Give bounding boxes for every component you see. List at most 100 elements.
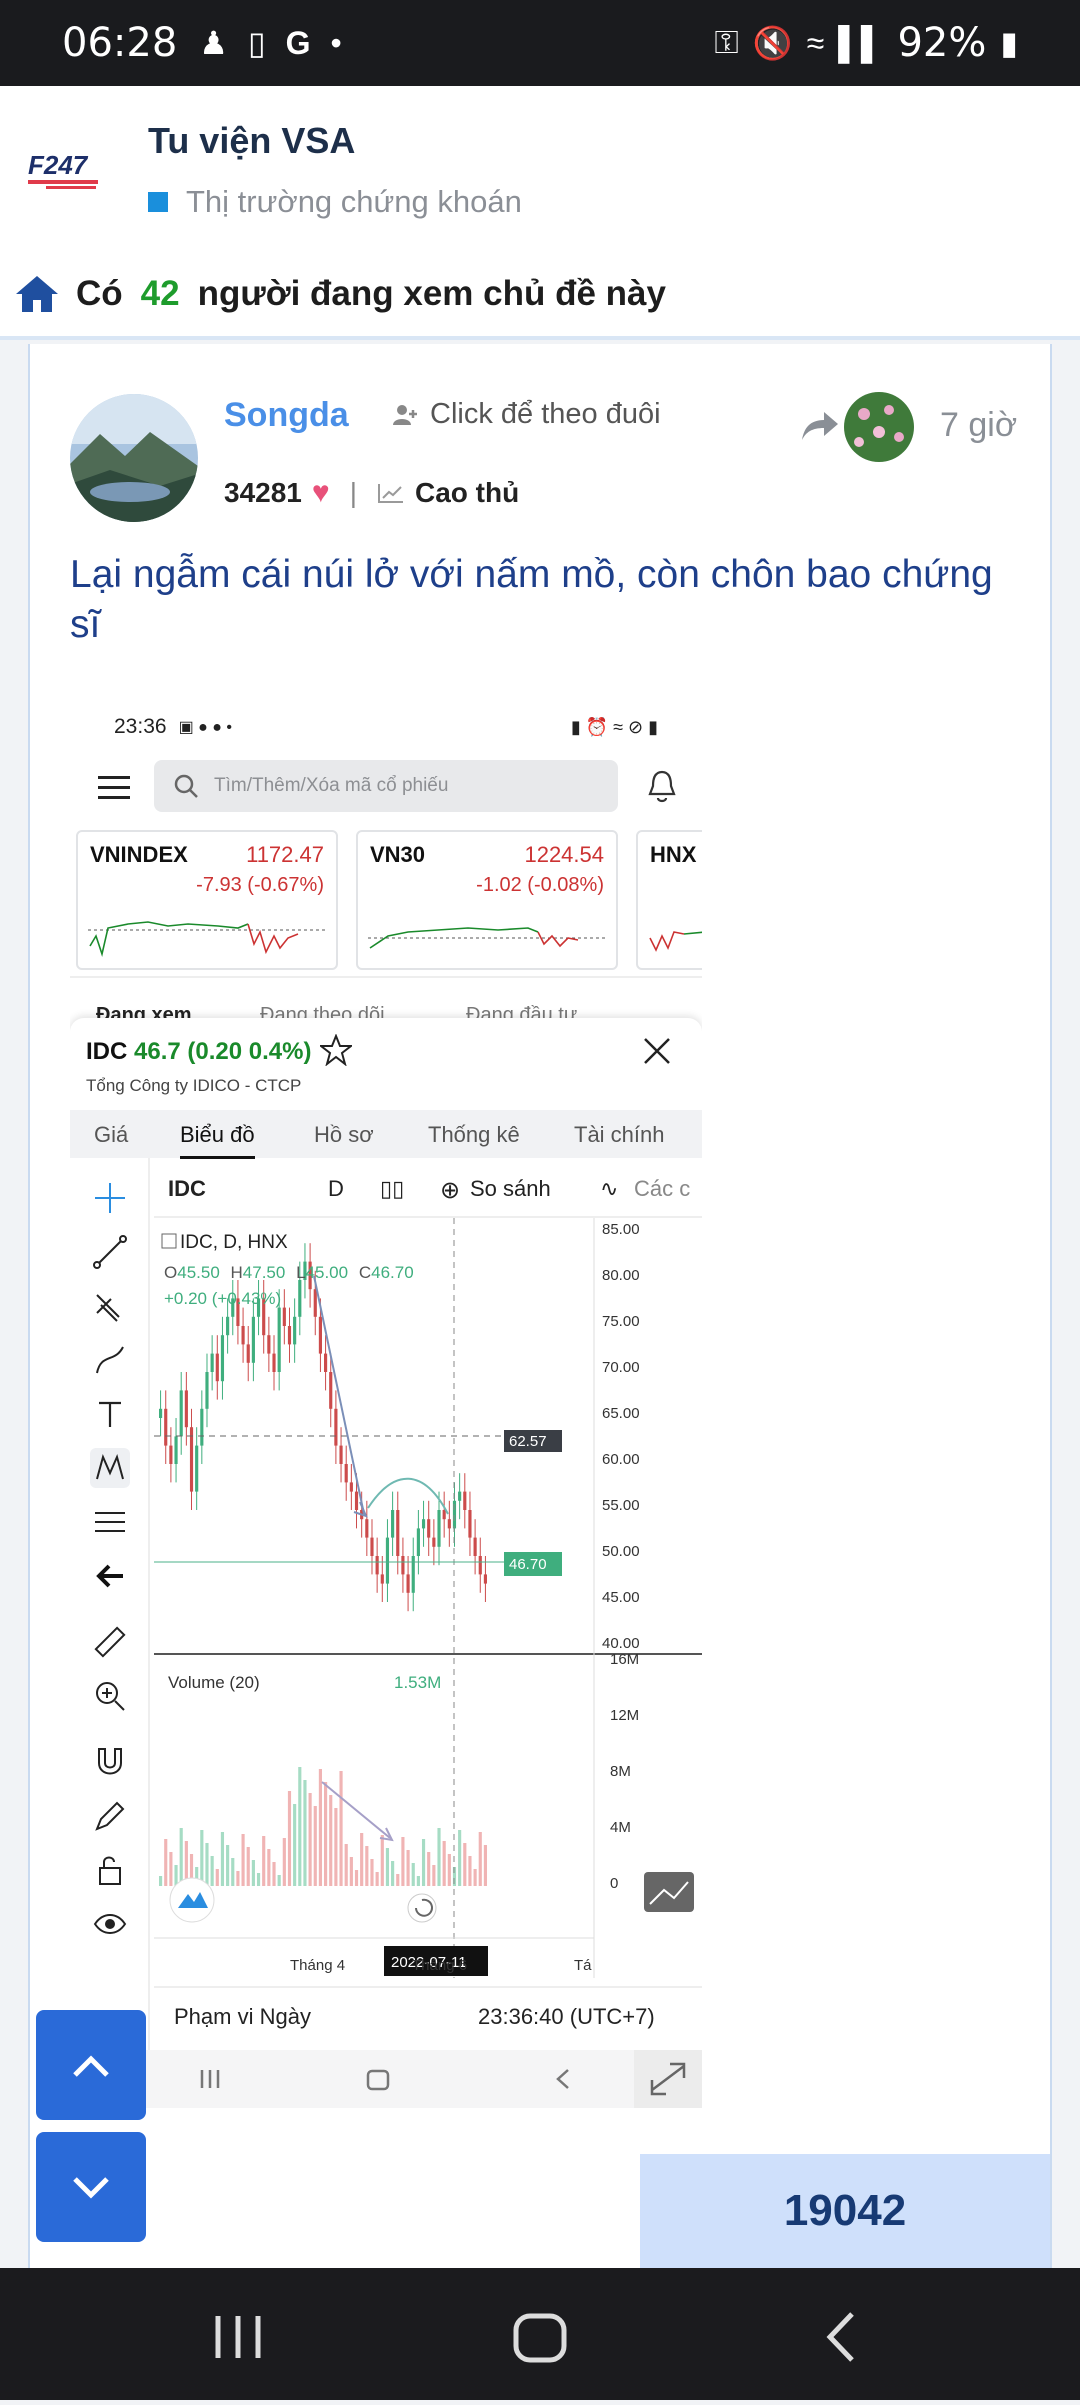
lock-pencil-icon[interactable]	[90, 1796, 130, 1836]
pattern-tool-icon[interactable]	[90, 1448, 130, 1488]
candle	[159, 1408, 163, 1418]
volume-bar	[427, 1852, 431, 1886]
stock-quote: 46.7 (0.20 0.4%)	[134, 1038, 312, 1065]
candle	[421, 1519, 426, 1529]
candle	[205, 1372, 209, 1409]
candle	[169, 1445, 173, 1464]
price-marker-last: 46.70	[509, 1556, 547, 1573]
zoom-in-icon[interactable]	[90, 1676, 130, 1716]
fork-tool-icon[interactable]	[90, 1286, 130, 1326]
tab-statistics[interactable]: Thống kê	[428, 1122, 520, 1148]
candle	[385, 1537, 390, 1584]
volume-bar	[179, 1828, 183, 1886]
divider: |	[349, 477, 357, 508]
candle	[406, 1574, 410, 1593]
volume-bar	[334, 1808, 338, 1886]
add-compare-icon[interactable]: ⊕	[440, 1176, 460, 1205]
curve-tool-icon[interactable]	[90, 1340, 130, 1380]
forum-logo[interactable]: F247	[26, 150, 118, 190]
star-icon[interactable]	[320, 1034, 352, 1066]
index-name: VN30	[370, 842, 426, 867]
tab-profile[interactable]: Hồ sơ	[314, 1122, 374, 1148]
candle	[401, 1556, 405, 1575]
ruler-icon[interactable]	[90, 1622, 130, 1662]
candle	[267, 1335, 271, 1354]
index-card-vnindex[interactable]: VNINDEX 1172.47 -7.93 (-0.67%)	[76, 830, 338, 970]
tab-finance[interactable]: Tài chính	[574, 1122, 665, 1148]
eye-icon[interactable]	[90, 1904, 130, 1944]
ohlc-low: 45.00	[306, 1263, 349, 1282]
back-arrow-icon[interactable]	[90, 1556, 130, 1596]
search-placeholder: Tìm/Thêm/Xóa mã cổ phiếu	[214, 775, 449, 796]
reply-user-avatar[interactable]	[844, 392, 914, 462]
price-chart-svg[interactable]: 62.57 46.70 2022-07-11 Tháng 4 Tháng 6 T…	[154, 1218, 702, 1978]
interval-selector[interactable]: D	[328, 1176, 344, 1202]
unlock-icon[interactable]	[90, 1850, 130, 1890]
volume-bar	[169, 1852, 173, 1886]
chart-symbol[interactable]: IDC	[168, 1176, 206, 1202]
candlestick-chart[interactable]: 62.57 46.70 2022-07-11 Tháng 4 Tháng 6 T…	[154, 1218, 702, 1978]
volume-bar	[380, 1835, 384, 1886]
compare-button[interactable]: So sánh	[470, 1176, 551, 1202]
volume-bars-group	[159, 1767, 487, 1886]
index-name: VNINDEX	[90, 842, 188, 867]
volume-tick-label: 0	[610, 1875, 618, 1892]
author-avatar[interactable]	[70, 394, 198, 522]
author-name[interactable]: Songda	[224, 396, 349, 435]
crosshair-icon[interactable]	[90, 1178, 130, 1218]
signal-icon: ▌▌	[838, 24, 884, 61]
embedded-notif-icons: ▣ ● ● •	[178, 719, 232, 736]
volume-value: 1.53M	[394, 1673, 441, 1692]
bell-icon[interactable]	[646, 768, 678, 804]
category-title[interactable]: Tu viện VSA	[148, 120, 355, 162]
candle	[344, 1464, 348, 1483]
volume-bar	[226, 1845, 230, 1886]
volume-bar	[463, 1843, 467, 1886]
volume-tick-label: 12M	[610, 1707, 639, 1724]
viewers-prefix: Có	[76, 274, 123, 313]
candle	[251, 1316, 255, 1363]
candle	[329, 1372, 333, 1409]
attached-screenshot[interactable]: 23:36 ▣ ● ● • ▮ ⏰ ≈ ⊘ ▮ Tìm/Thêm/Xóa mã …	[70, 702, 702, 2108]
candle-type-icon[interactable]: ▯▯	[380, 1176, 404, 1202]
volume-bar	[318, 1769, 322, 1886]
text-tool-icon[interactable]	[90, 1394, 130, 1434]
scroll-up-button[interactable]	[36, 2010, 146, 2120]
home-icon[interactable]	[14, 274, 60, 314]
embedded-search-input[interactable]: Tìm/Thêm/Xóa mã cổ phiếu	[154, 760, 618, 812]
volume-bar	[262, 1836, 266, 1886]
scroll-down-button[interactable]	[36, 2132, 146, 2242]
candle	[427, 1519, 431, 1538]
x-label: Tá	[574, 1957, 592, 1974]
viewers-suffix: người đang xem chủ đề này	[197, 274, 666, 313]
candle	[458, 1491, 462, 1501]
volume-bar	[411, 1863, 415, 1886]
index-card-vn30[interactable]: VN30 1224.54 -1.02 (-0.08%)	[356, 830, 618, 970]
index-card-hnx[interactable]: HNX	[636, 830, 702, 970]
volume-bar	[354, 1870, 359, 1886]
price-tick-label: 60.00	[602, 1451, 640, 1468]
ohlc-high: 47.50	[243, 1263, 286, 1282]
breadcrumb[interactable]: Thị trường chứng khoán	[148, 184, 522, 220]
post-number-indicator[interactable]: 19042	[640, 2154, 1050, 2268]
chevron-down-icon	[73, 2177, 109, 2199]
trendline-icon[interactable]	[90, 1232, 130, 1272]
indicators-button[interactable]: Các c	[634, 1176, 690, 1202]
fib-tool-icon[interactable]	[90, 1502, 130, 1542]
close-icon[interactable]	[642, 1036, 672, 1066]
tab-price[interactable]: Giá	[94, 1122, 128, 1148]
volume-bar	[200, 1830, 204, 1886]
volume-bar	[231, 1858, 235, 1886]
tab-chart[interactable]: Biểu đồ	[180, 1122, 255, 1159]
menu-icon[interactable]	[98, 774, 130, 800]
share-icon[interactable]	[800, 410, 840, 442]
volume-tick-label: 8M	[610, 1763, 631, 1780]
range-selector[interactable]: Phạm vi Ngày	[174, 2004, 311, 2030]
indicators-icon[interactable]: ∿	[600, 1176, 618, 1202]
post-time[interactable]: 7 giờ	[940, 406, 1017, 445]
mute-icon: 🔇	[752, 25, 793, 61]
magnet-icon[interactable]	[90, 1742, 130, 1782]
follow-button[interactable]: Click để theo đuôi	[392, 398, 661, 431]
volume-bar	[159, 1876, 163, 1886]
volume-bar	[277, 1875, 281, 1886]
